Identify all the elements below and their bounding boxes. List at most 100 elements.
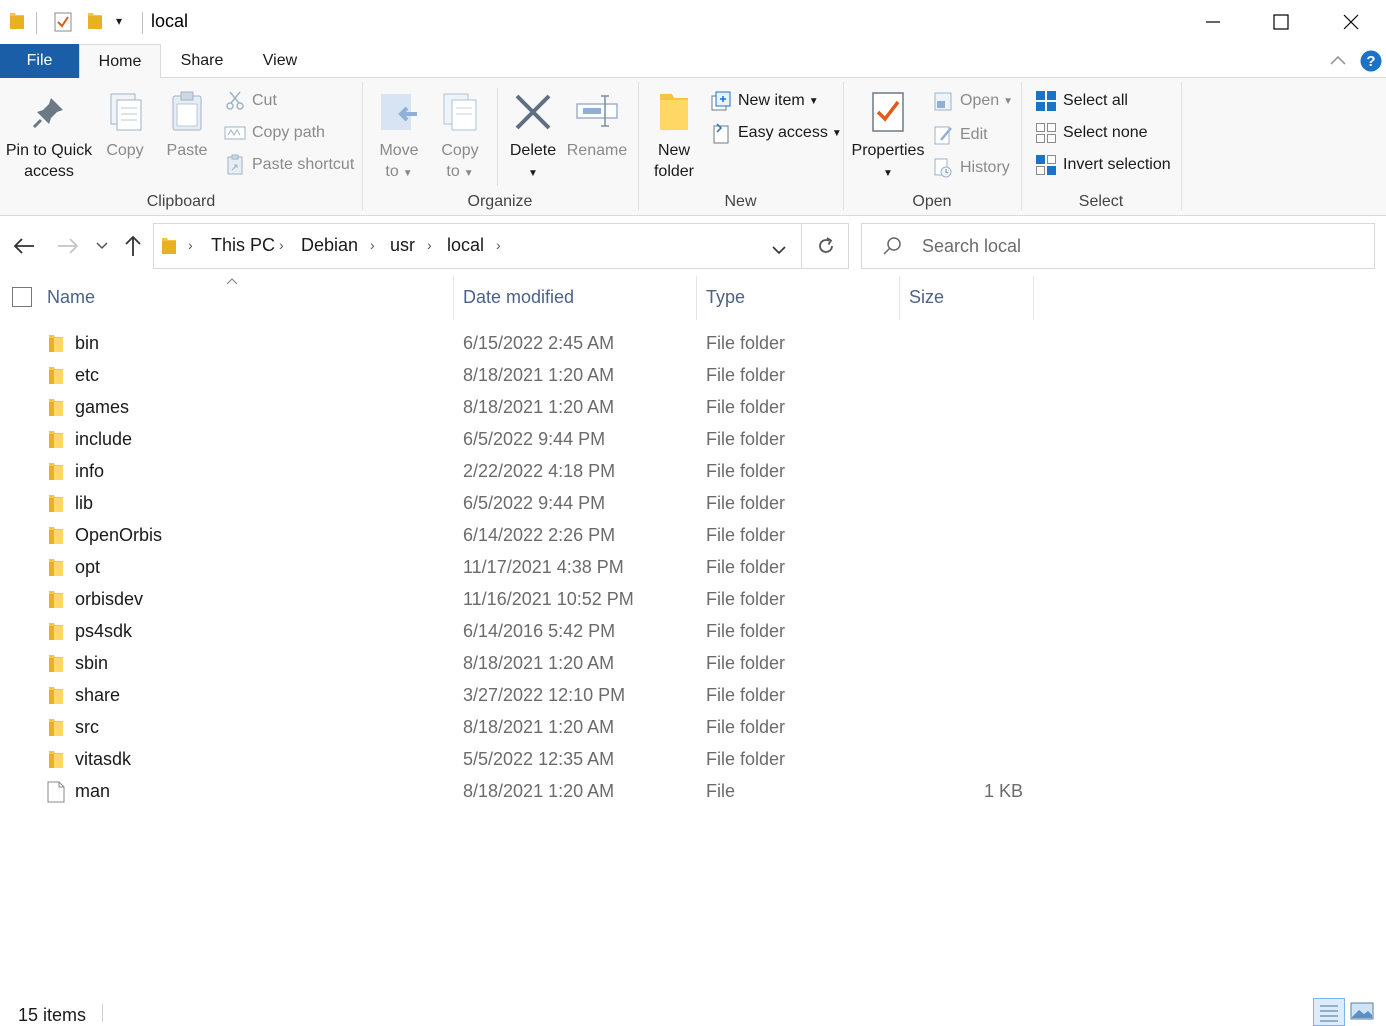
file-type: File folder (706, 397, 786, 417)
minimize-button[interactable] (1178, 0, 1248, 44)
large-icons-view-button[interactable] (1350, 1000, 1374, 1026)
file-row[interactable]: ps4sdk 6/14/2016 5:42 PM File folder (0, 615, 1386, 647)
folder-icon (46, 653, 66, 673)
file-row[interactable]: games 8/18/2021 1:20 AM File folder (0, 391, 1386, 423)
file-row[interactable]: man 8/18/2021 1:20 AM File 1 KB (0, 775, 1386, 807)
collapse-ribbon-icon[interactable] (1328, 52, 1348, 73)
paste-button[interactable]: Paste (158, 82, 216, 161)
forward-button[interactable] (53, 230, 83, 262)
breadcrumb-chevron-icon[interactable]: › (188, 237, 193, 253)
column-separator[interactable] (899, 276, 900, 320)
file-row[interactable]: OpenOrbis 6/14/2022 2:26 PM File folder (0, 519, 1386, 551)
address-history-chevron-icon[interactable] (772, 242, 786, 260)
column-header-name[interactable]: Name (47, 287, 95, 308)
new-folder-button[interactable]: New folder (646, 82, 702, 182)
breadcrumb-this-pc[interactable]: This PC (211, 235, 275, 256)
file-name: games (75, 397, 130, 417)
address-bar[interactable]: › This PC › Debian › usr › local › (153, 223, 849, 269)
history-button[interactable]: History (932, 155, 1010, 181)
column-separator[interactable] (1033, 276, 1034, 320)
close-button[interactable] (1316, 0, 1386, 44)
copy-icon (103, 90, 147, 134)
breadcrumb-usr[interactable]: usr (390, 235, 415, 256)
breadcrumb-chevron-icon[interactable]: › (496, 237, 501, 253)
file-row[interactable]: sbin 8/18/2021 1:20 AM File folder (0, 647, 1386, 679)
search-input[interactable]: Search local (922, 236, 1021, 257)
title-bar: ▾ local (0, 0, 1386, 44)
delete-button[interactable]: Delete ▼ (504, 82, 562, 184)
file-type: File folder (706, 525, 786, 545)
file-row[interactable]: bin 6/15/2022 2:45 AM File folder (0, 327, 1386, 359)
refresh-button[interactable] (816, 236, 836, 261)
easy-access-button[interactable]: Easy access ▼ (710, 120, 842, 146)
clipboard-group-label: Clipboard (146, 193, 216, 210)
file-row[interactable]: info 2/22/2022 4:18 PM File folder (0, 455, 1386, 487)
column-header-date[interactable]: Date modified (463, 287, 574, 308)
group-separator (638, 82, 639, 210)
select-all-button[interactable]: Select all (1035, 88, 1128, 114)
select-none-button[interactable]: Select none (1035, 120, 1148, 146)
folder-icon[interactable] (8, 11, 26, 36)
column-header-type[interactable]: Type (706, 287, 745, 308)
up-button[interactable] (118, 230, 148, 262)
move-to-button[interactable]: Move to ▼ (372, 82, 426, 184)
pin-to-quick-access-button[interactable]: Pin to Quick access (2, 82, 96, 182)
file-row[interactable]: include 6/5/2022 9:44 PM File folder (0, 423, 1386, 455)
select-all-icon (1035, 90, 1057, 112)
back-button[interactable] (9, 230, 39, 262)
tab-share[interactable]: Share (166, 44, 238, 78)
file-row[interactable]: orbisdev 11/16/2021 10:52 PM File folder (0, 583, 1386, 615)
breadcrumb-chevron-icon[interactable]: › (370, 237, 375, 253)
file-name: sbin (75, 653, 109, 673)
file-row[interactable]: opt 11/17/2021 4:38 PM File folder (0, 551, 1386, 583)
group-separator (1021, 82, 1022, 210)
tab-view[interactable]: View (246, 44, 314, 78)
navigation-bar: › This PC › Debian › usr › local › Searc… (0, 216, 1386, 276)
properties-button[interactable]: Properties ▼ (850, 82, 926, 184)
column-separator[interactable] (453, 276, 454, 320)
tab-home[interactable]: Home (79, 44, 161, 79)
file-row[interactable]: lib 6/5/2022 9:44 PM File folder (0, 487, 1386, 519)
breadcrumb-local[interactable]: local (447, 235, 484, 256)
breadcrumb-chevron-icon[interactable]: › (279, 237, 284, 253)
new-group-label: New (724, 193, 757, 210)
forward-arrow-icon (58, 238, 79, 254)
file-row[interactable]: src 8/18/2021 1:20 AM File folder (0, 711, 1386, 743)
recent-locations-button[interactable] (88, 230, 116, 262)
cut-button[interactable]: Cut (224, 88, 277, 114)
edit-button[interactable]: Edit (932, 122, 988, 148)
copy-path-button[interactable]: Copy path (224, 120, 325, 146)
breadcrumb-debian[interactable]: Debian (301, 235, 358, 256)
help-icon[interactable]: ? (1360, 50, 1382, 77)
maximize-button[interactable] (1246, 0, 1316, 44)
file-row[interactable]: share 3/27/2022 12:10 PM File folder (0, 679, 1386, 711)
copy-button[interactable]: Copy (98, 82, 152, 161)
customize-qat-chevron-icon[interactable]: ▾ (116, 14, 122, 28)
svg-text:?: ? (1366, 53, 1375, 70)
new-folder-icon[interactable] (86, 11, 104, 36)
rename-button[interactable]: Rename (566, 82, 628, 161)
file-row[interactable]: vitasdk 5/5/2022 12:35 AM File folder (0, 743, 1386, 775)
properties-icon[interactable] (53, 11, 73, 38)
invert-selection-button[interactable]: Invert selection (1035, 152, 1171, 178)
breadcrumb-chevron-icon[interactable]: › (427, 237, 432, 253)
column-separator[interactable] (696, 276, 697, 320)
new-item-button[interactable]: New item ▼ (710, 88, 819, 114)
file-row[interactable]: etc 8/18/2021 1:20 AM File folder (0, 359, 1386, 391)
open-button[interactable]: Open ▼ (932, 88, 1013, 114)
search-box[interactable]: Search local (861, 223, 1375, 269)
easy-access-label: Easy access (738, 124, 828, 141)
select-none-icon (1035, 122, 1057, 144)
paste-shortcut-button[interactable]: Paste shortcut (224, 152, 354, 178)
tab-file[interactable]: File (0, 44, 79, 78)
properties-label: Properties (851, 142, 925, 159)
file-date: 6/14/2016 5:42 PM (463, 621, 616, 641)
details-view-button[interactable] (1313, 998, 1345, 1026)
close-icon (1343, 14, 1359, 30)
column-header-size[interactable]: Size (909, 287, 944, 308)
file-type: File folder (706, 653, 786, 673)
invert-selection-icon (1035, 154, 1057, 176)
copy-to-button[interactable]: Copy to ▼ (432, 82, 488, 184)
select-all-checkbox[interactable] (12, 287, 32, 307)
file-type: File folder (706, 589, 786, 609)
